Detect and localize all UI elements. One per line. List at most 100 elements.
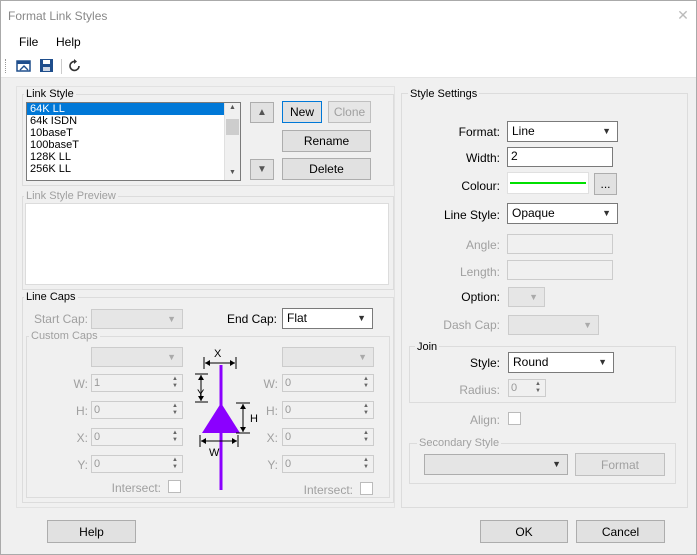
right-y-spinner[interactable]: 0 ▲ ▼ (282, 455, 374, 473)
scroll-down-icon[interactable]: ▼ (229, 169, 236, 176)
right-intersect-checkbox[interactable] (360, 482, 373, 495)
left-intersect-checkbox[interactable] (168, 480, 181, 493)
ok-button[interactable]: OK (480, 520, 568, 543)
new-button[interactable]: New (282, 101, 322, 123)
chevron-down-icon: ▼ (167, 352, 176, 362)
left-h-spinner[interactable]: 0 ▲ ▼ (91, 401, 183, 419)
link-style-group-label: Link Style (24, 88, 76, 100)
length-input[interactable] (507, 260, 613, 280)
list-item[interactable]: 64k ISDN (27, 115, 224, 127)
length-label: Length: (459, 265, 500, 279)
angle-input[interactable] (507, 234, 613, 254)
left-custom-cap-select[interactable]: ▼ (91, 347, 183, 367)
help-button[interactable]: Help (47, 520, 136, 543)
style-settings-group-label: Style Settings (408, 88, 480, 100)
chevron-down-icon: ▼ (552, 459, 561, 469)
list-scrollbar[interactable]: ▲ ▼ (224, 103, 240, 180)
diagram-h-label: H (250, 413, 258, 425)
scroll-up-icon[interactable]: ▲ (229, 104, 236, 111)
diagram-x-label: X (214, 348, 222, 360)
delete-button[interactable]: Delete (282, 158, 371, 180)
toolbar-grip (5, 59, 7, 73)
chevron-down-icon: ▼ (167, 314, 176, 324)
join-group-label: Join (415, 341, 440, 353)
secondary-style-group-label: Secondary Style (417, 437, 502, 449)
format-button[interactable]: Format (575, 453, 665, 476)
window-title: Format Link Styles (8, 9, 108, 23)
chevron-down-icon: ▼ (598, 357, 607, 367)
radius-label: Radius: (459, 383, 500, 397)
move-down-button[interactable]: ▼ (250, 159, 274, 180)
line-style-label: Line Style: (443, 208, 500, 222)
open-icon[interactable] (16, 58, 32, 74)
right-w-spinner[interactable]: 0 ▲ ▼ (282, 374, 374, 392)
left-y-spinner[interactable]: 0 ▲ ▼ (91, 455, 183, 473)
refresh-icon[interactable] (67, 58, 83, 74)
list-item[interactable]: 64K LL (27, 103, 224, 115)
chevron-down-icon: ▼ (602, 208, 611, 218)
colour-swatch[interactable] (507, 172, 589, 194)
dash-cap-select[interactable]: ▼ (508, 315, 599, 335)
left-x-label: X: (76, 431, 88, 445)
format-select[interactable]: Line ▼ (507, 121, 618, 142)
left-intersect-label: Intersect: (111, 481, 161, 495)
chevron-down-icon: ▼ (357, 313, 366, 323)
colour-picker-button[interactable]: ... (594, 173, 617, 195)
save-icon[interactable] (39, 58, 55, 74)
format-label: Format: (458, 125, 500, 139)
colour-label: Colour: (461, 179, 500, 193)
rename-button[interactable]: Rename (282, 130, 371, 152)
secondary-style-select[interactable]: ▼ (424, 454, 568, 475)
link-style-list[interactable]: 64K LL 64k ISDN 10baseT 100baseT 128K LL… (26, 102, 241, 181)
join-style-label: Style: (469, 356, 500, 370)
right-intersect-label: Intersect: (303, 483, 353, 497)
diagram-y-label: Y (197, 388, 205, 400)
align-label: Align: (469, 413, 500, 427)
start-cap-label: Start Cap: (33, 312, 88, 326)
scroll-thumb[interactable] (226, 119, 239, 135)
colour-line (510, 182, 586, 184)
radius-spinner[interactable]: 0 ▲ ▼ (508, 379, 546, 397)
close-icon[interactable]: ✕ (674, 6, 692, 24)
toolbar-separator (61, 59, 62, 74)
clone-button[interactable]: Clone (328, 101, 371, 123)
right-custom-cap-select[interactable]: ▼ (282, 347, 374, 367)
list-item[interactable]: 10baseT (27, 127, 224, 139)
right-h-spinner[interactable]: 0 ▲ ▼ (282, 401, 374, 419)
dash-cap-label: Dash Cap: (443, 318, 500, 332)
line-caps-group-label: Line Caps (24, 291, 78, 303)
menu-help[interactable]: Help (56, 35, 81, 49)
option-select[interactable]: ▼ (508, 287, 545, 307)
list-item[interactable]: 128K LL (27, 151, 224, 163)
left-y-label: Y: (77, 458, 88, 472)
line-style-select[interactable]: Opaque ▼ (507, 203, 618, 224)
list-item[interactable]: 100baseT (27, 139, 224, 151)
start-cap-select[interactable]: ▼ (91, 309, 183, 329)
left-w-label: W: (73, 377, 88, 391)
move-up-button[interactable]: ▲ (250, 102, 274, 123)
cancel-button[interactable]: Cancel (576, 520, 665, 543)
chevron-down-icon: ▼ (602, 126, 611, 136)
align-checkbox[interactable] (508, 412, 521, 425)
list-item[interactable]: 256K LL (27, 163, 224, 175)
menu-file[interactable]: File (19, 35, 38, 49)
chevron-down-icon: ▼ (358, 352, 367, 362)
link-style-preview (25, 203, 389, 285)
custom-caps-group-label: Custom Caps (29, 330, 100, 342)
preview-group-label: Link Style Preview (24, 190, 118, 202)
left-x-spinner[interactable]: 0 ▲ ▼ (91, 428, 183, 446)
right-x-spinner[interactable]: 0 ▲ ▼ (282, 428, 374, 446)
end-cap-label: End Cap: (226, 312, 277, 326)
chevron-down-icon: ▼ (529, 292, 538, 302)
end-cap-select[interactable]: Flat ▼ (282, 308, 373, 329)
toolbar (0, 54, 697, 78)
diagram-w-label: W (209, 447, 220, 459)
chevron-down-icon: ▼ (583, 320, 592, 330)
width-input[interactable]: 2 (507, 147, 613, 167)
option-label: Option: (461, 290, 500, 304)
join-style-select[interactable]: Round ▼ (508, 352, 614, 373)
left-w-spinner[interactable]: 1 ▲ ▼ (91, 374, 183, 392)
left-h-label: H: (76, 404, 88, 418)
menu-bar (0, 32, 697, 54)
width-label: Width: (465, 151, 500, 165)
